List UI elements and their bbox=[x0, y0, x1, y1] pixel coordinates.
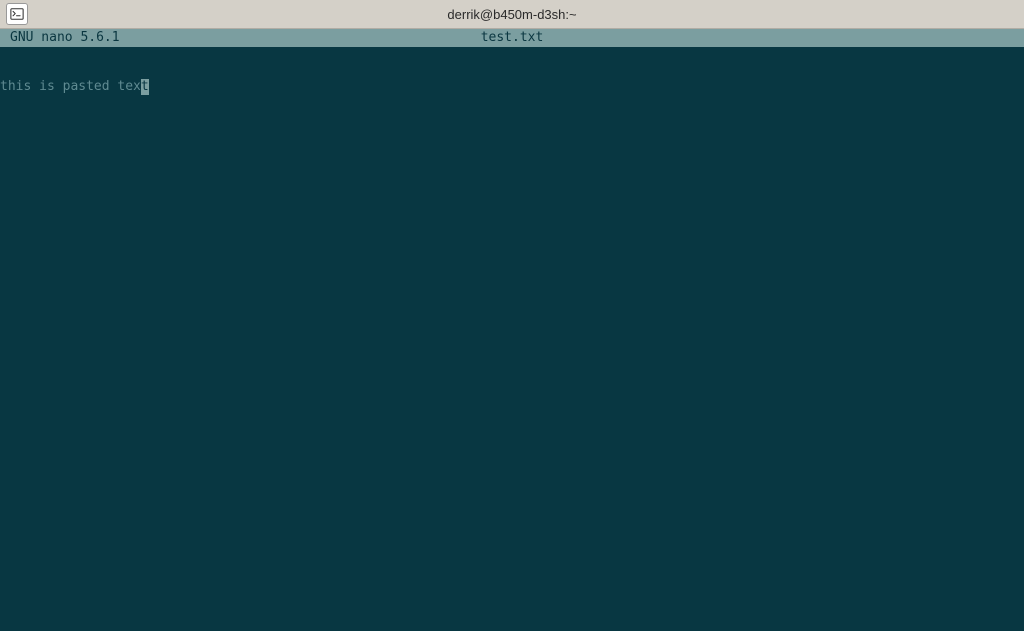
editor-area[interactable]: this is pasted text bbox=[0, 47, 1024, 631]
editor-line: this is pasted text bbox=[0, 79, 1024, 95]
nano-header: GNU nano 5.6.1 test.txt bbox=[0, 29, 1024, 47]
window-titlebar: derrik@b450m-d3sh:~ bbox=[0, 0, 1024, 29]
nano-version: GNU nano 5.6.1 bbox=[0, 29, 120, 47]
editor-text: this is pasted tex bbox=[0, 79, 141, 95]
cursor: t bbox=[141, 79, 149, 95]
terminal-icon[interactable] bbox=[6, 3, 28, 25]
nano-filename: test.txt bbox=[481, 29, 544, 47]
terminal-icon-svg bbox=[10, 7, 24, 21]
window-title: derrik@b450m-d3sh:~ bbox=[36, 7, 1018, 22]
